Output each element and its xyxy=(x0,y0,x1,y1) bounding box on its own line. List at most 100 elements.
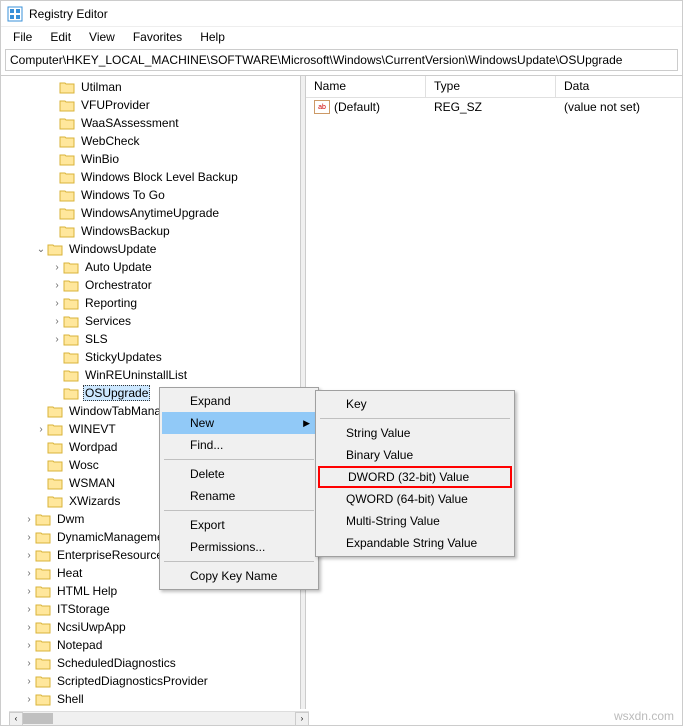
expand-toggle-icon[interactable]: › xyxy=(23,568,35,579)
expand-toggle-icon[interactable]: › xyxy=(51,280,63,291)
submenu-separator xyxy=(320,418,510,419)
tree-node[interactable]: ›Auto Update xyxy=(9,258,300,276)
tree-node[interactable]: Windows To Go xyxy=(9,186,300,204)
ctx-permissions[interactable]: Permissions... xyxy=(162,536,316,558)
ctx-export[interactable]: Export xyxy=(162,514,316,536)
tree-node[interactable]: ›Shell xyxy=(9,690,300,708)
folder-icon xyxy=(35,620,51,634)
ctx-rename[interactable]: Rename xyxy=(162,485,316,507)
tree-node[interactable]: Utilman xyxy=(9,78,300,96)
tree-node[interactable]: VFUProvider xyxy=(9,96,300,114)
ctx-delete[interactable]: Delete xyxy=(162,463,316,485)
folder-icon xyxy=(63,314,79,328)
tree-node[interactable]: WinREUninstallList xyxy=(9,366,300,384)
ctx-separator xyxy=(164,510,314,511)
tree-node[interactable]: › NcsiUwpApp xyxy=(9,618,300,636)
folder-icon xyxy=(63,296,79,310)
col-data[interactable]: Data xyxy=(556,76,682,97)
tree-node[interactable]: ›Services xyxy=(9,312,300,330)
tree-label: WINEVT xyxy=(67,422,118,436)
ctx-copykeyname[interactable]: Copy Key Name xyxy=(162,565,316,587)
tree-label: WaaSAssessment xyxy=(79,116,181,130)
tree-label: StickyUpdates xyxy=(83,350,164,364)
tree-label: WSMAN xyxy=(67,476,117,490)
folder-icon xyxy=(35,584,51,598)
tree-node[interactable]: ›ITStorage xyxy=(9,600,300,618)
expand-toggle-icon[interactable]: › xyxy=(23,514,35,525)
expand-toggle-icon[interactable]: › xyxy=(23,550,35,561)
menu-file[interactable]: File xyxy=(5,29,40,45)
expand-toggle-icon[interactable]: › xyxy=(51,334,63,345)
tree-node[interactable]: ›Tablet PC xyxy=(9,708,300,709)
tree-label: WebCheck xyxy=(79,134,141,148)
new-qword[interactable]: QWORD (64-bit) Value xyxy=(318,488,512,510)
value-row[interactable]: ab (Default) REG_SZ (value not set) xyxy=(306,98,682,116)
expand-toggle-icon[interactable]: › xyxy=(51,298,63,309)
scroll-right-button[interactable]: › xyxy=(295,712,309,726)
folder-icon xyxy=(59,152,75,166)
expand-toggle-icon[interactable]: › xyxy=(51,262,63,273)
tree-label: DynamicManagement xyxy=(55,530,176,544)
folder-icon xyxy=(47,404,63,418)
col-type[interactable]: Type xyxy=(426,76,556,97)
expand-toggle-icon[interactable]: ⌄ xyxy=(35,244,47,255)
folder-icon xyxy=(59,98,75,112)
list-header: Name Type Data xyxy=(306,76,682,98)
menu-view[interactable]: View xyxy=(81,29,123,45)
menu-help[interactable]: Help xyxy=(192,29,233,45)
tree-node[interactable]: WinBio xyxy=(9,150,300,168)
new-submenu[interactable]: Key String Value Binary Value DWORD (32-… xyxy=(315,390,515,557)
tree-node[interactable]: ›ScriptedDiagnosticsProvider xyxy=(9,672,300,690)
menu-edit[interactable]: Edit xyxy=(42,29,79,45)
expand-toggle-icon[interactable]: › xyxy=(23,640,35,651)
new-binary[interactable]: Binary Value xyxy=(318,444,512,466)
tree-node[interactable]: ›Reporting xyxy=(9,294,300,312)
string-value-icon: ab xyxy=(314,100,330,114)
menu-favorites[interactable]: Favorites xyxy=(125,29,190,45)
expand-toggle-icon[interactable]: › xyxy=(23,694,35,705)
address-bar[interactable]: Computer\HKEY_LOCAL_MACHINE\SOFTWARE\Mic… xyxy=(5,49,678,71)
folder-icon xyxy=(35,530,51,544)
tree-node[interactable]: StickyUpdates xyxy=(9,348,300,366)
tree-node[interactable]: WindowsAnytimeUpgrade xyxy=(9,204,300,222)
new-expandstring[interactable]: Expandable String Value xyxy=(318,532,512,554)
expand-toggle-icon[interactable]: › xyxy=(23,676,35,687)
folder-icon xyxy=(63,368,79,382)
tree-label: NcsiUwpApp xyxy=(55,620,128,634)
expand-toggle-icon[interactable]: › xyxy=(51,316,63,327)
expand-toggle-icon[interactable]: › xyxy=(23,586,35,597)
tree-node[interactable]: WebCheck xyxy=(9,132,300,150)
ctx-expand[interactable]: Expand xyxy=(162,390,316,412)
new-string[interactable]: String Value xyxy=(318,422,512,444)
tree-node[interactable]: ›Notepad xyxy=(9,636,300,654)
tree-node[interactable]: ›Orchestrator xyxy=(9,276,300,294)
expand-toggle-icon[interactable]: › xyxy=(23,532,35,543)
expand-toggle-icon[interactable]: › xyxy=(23,658,35,669)
context-menu[interactable]: Expand New▶ Key String Value Binary Valu… xyxy=(159,387,319,590)
tree-node[interactable]: ⌄WindowsUpdate xyxy=(9,240,300,258)
folder-icon xyxy=(59,224,75,238)
scroll-thumb[interactable] xyxy=(23,713,53,724)
folder-icon xyxy=(47,440,63,454)
folder-icon xyxy=(35,566,51,580)
ctx-find[interactable]: Find... xyxy=(162,434,316,456)
tree-node[interactable]: WaaSAssessment xyxy=(9,114,300,132)
expand-toggle-icon[interactable]: › xyxy=(23,622,35,633)
horizontal-scrollbar[interactable]: ‹› xyxy=(9,711,309,725)
col-name[interactable]: Name xyxy=(306,76,426,97)
tree-node[interactable]: WindowsBackup xyxy=(9,222,300,240)
new-key[interactable]: Key xyxy=(318,393,512,415)
scroll-left-button[interactable]: ‹ xyxy=(9,712,23,726)
folder-icon xyxy=(63,278,79,292)
folder-icon xyxy=(59,116,75,130)
expand-toggle-icon[interactable]: › xyxy=(23,604,35,615)
tree-node[interactable]: ›SLS xyxy=(9,330,300,348)
expand-toggle-icon[interactable]: › xyxy=(35,424,47,435)
tree-node[interactable]: Windows Block Level Backup xyxy=(9,168,300,186)
tree-node[interactable]: ›ScheduledDiagnostics xyxy=(9,654,300,672)
new-multistring[interactable]: Multi-String Value xyxy=(318,510,512,532)
new-dword[interactable]: DWORD (32-bit) Value xyxy=(318,466,512,488)
ctx-new[interactable]: New▶ Key String Value Binary Value DWORD… xyxy=(162,412,316,434)
folder-icon xyxy=(59,170,75,184)
folder-icon xyxy=(35,548,51,562)
